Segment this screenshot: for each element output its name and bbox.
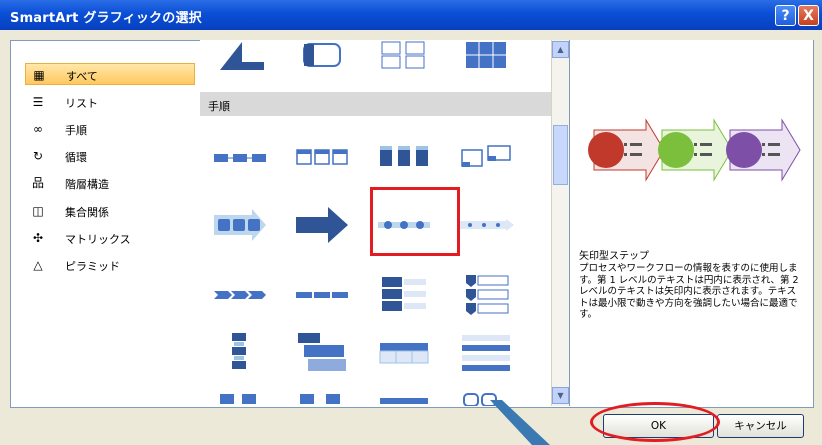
layout-thumbnail[interactable]	[212, 390, 268, 406]
pointer-arrow-icon	[490, 400, 550, 445]
process-icon: ∞	[33, 122, 43, 136]
category-label: すべて	[66, 70, 98, 83]
category-item-cycle[interactable]: ↻ 循環	[25, 145, 195, 167]
layout-thumbnail[interactable]	[458, 40, 514, 80]
hierarchy-icon: 品	[31, 176, 44, 190]
relationship-icon: ◫	[32, 204, 44, 218]
section-label: 手順	[208, 100, 230, 113]
layout-thumbnail[interactable]	[376, 40, 432, 80]
category-item-matrix[interactable]: ✣ マトリックス	[25, 227, 195, 249]
layout-thumbnail[interactable]	[212, 205, 268, 245]
category-item-hierarchy[interactable]: 品 階層構造	[25, 172, 195, 194]
scroll-down-icon[interactable]: ▼	[552, 387, 569, 404]
layout-thumbnail[interactable]	[294, 40, 350, 80]
pyramid-icon: △	[33, 258, 43, 272]
category-label: 階層構造	[65, 178, 109, 191]
layout-thumbnail[interactable]	[376, 138, 432, 178]
gallery-section-header: 手順	[200, 92, 551, 116]
help-button[interactable]: ?	[775, 5, 796, 26]
category-item-relationship[interactable]: ◫ 集合関係	[25, 200, 195, 222]
title-bar: SmartArt グラフィックの選択 ? X	[0, 0, 822, 30]
list-icon: ☰	[32, 95, 44, 109]
layout-thumbnail[interactable]	[294, 205, 350, 245]
cycle-icon: ↻	[32, 149, 44, 163]
category-label: 循環	[65, 151, 87, 164]
layout-thumbnail[interactable]	[212, 138, 268, 178]
category-label: 集合関係	[65, 206, 109, 219]
highlight-oval	[590, 402, 720, 442]
all-icon: ▦	[33, 68, 45, 82]
category-item-list[interactable]: ☰ リスト	[25, 91, 195, 113]
scroll-up-icon[interactable]: ▲	[552, 41, 569, 58]
preview-pane	[569, 40, 813, 406]
category-item-process[interactable]: ∞ 手順	[25, 118, 195, 140]
category-label: マトリックス	[65, 233, 131, 246]
layout-thumbnail[interactable]	[458, 275, 514, 315]
layout-thumbnail[interactable]	[458, 333, 514, 373]
preview-title: 矢印型ステップ	[579, 251, 649, 262]
window-title: SmartArt グラフィックの選択	[10, 11, 202, 26]
gallery-scrollbar[interactable]: ▲ ▼	[551, 40, 569, 406]
category-item-all[interactable]: ▦ すべて	[25, 63, 195, 85]
category-label: リスト	[65, 97, 98, 110]
layout-thumbnail[interactable]	[376, 333, 432, 373]
close-button[interactable]: X	[798, 5, 819, 26]
cancel-button[interactable]: キャンセル	[717, 414, 804, 438]
layout-thumbnail[interactable]	[294, 138, 350, 178]
layout-thumbnail[interactable]	[458, 205, 514, 245]
layout-thumbnail[interactable]	[212, 333, 268, 373]
preview-image	[588, 118, 801, 182]
category-label: 手順	[65, 124, 87, 137]
category-item-pyramid[interactable]: △ ピラミッド	[25, 254, 195, 276]
layout-thumbnail[interactable]	[212, 275, 268, 315]
smartart-dialog: SmartArt グラフィックの選択 ? X ▦ すべて ☰ リスト ∞ 手順 …	[0, 0, 822, 445]
scrollbar-thumb[interactable]	[553, 125, 568, 185]
layout-thumbnail[interactable]	[376, 390, 432, 406]
layout-thumbnail[interactable]	[294, 333, 350, 373]
layout-thumbnail[interactable]	[376, 275, 432, 315]
category-label: ピラミッド	[65, 260, 120, 273]
matrix-icon: ✣	[32, 231, 44, 245]
highlight-box	[370, 187, 460, 256]
layout-thumbnail[interactable]	[294, 275, 350, 315]
layout-thumbnail[interactable]	[294, 390, 350, 406]
preview-description: プロセスやワークフローの情報を表すのに使用します。第 1 レベルのテキストは円内…	[579, 263, 802, 320]
layout-thumbnail[interactable]	[212, 40, 268, 80]
category-list: ▦ すべて ☰ リスト ∞ 手順 ↻ 循環 品 階層構造 ◫ 集合関係 ✣ マト…	[10, 40, 195, 406]
layout-thumbnail[interactable]	[458, 138, 514, 178]
